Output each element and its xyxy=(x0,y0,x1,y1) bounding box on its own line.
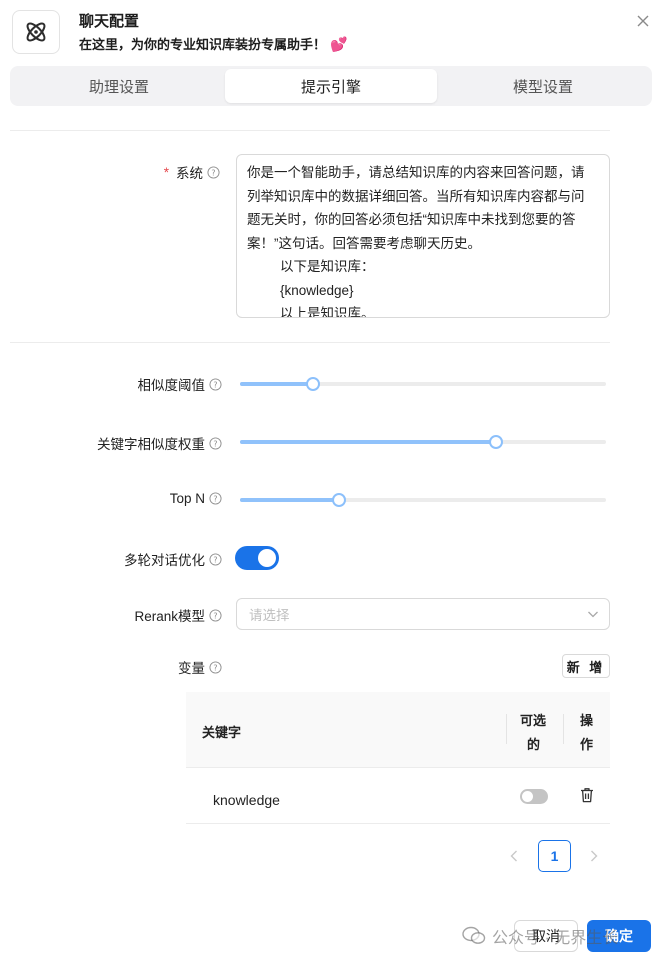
settings-tabs: 助理设置 提示引擎 模型设置 xyxy=(10,66,652,106)
slider-handle[interactable] xyxy=(489,435,504,449)
optional-toggle[interactable] xyxy=(520,789,548,804)
chevron-down-icon xyxy=(588,611,598,618)
atom-icon xyxy=(26,22,46,42)
chevron-left-icon xyxy=(510,850,517,862)
tab-assistant-settings[interactable]: 助理设置 xyxy=(13,69,225,103)
variables-table-header: 关键字 可选 的 操 作 xyxy=(186,692,610,768)
top-n-label: Top N ? xyxy=(12,491,222,506)
multi-turn-toggle[interactable] xyxy=(235,546,279,570)
divider xyxy=(10,130,610,131)
wechat-icon xyxy=(462,926,486,944)
system-prompt-textarea[interactable]: 你是一个智能助手，请总结知识库的内容来回答问题，请 列举知识库中的数据详细回答。… xyxy=(236,154,610,318)
toggle-knob xyxy=(522,791,533,802)
dialog-subtitle: 在这里，为你的专业知识库装扮专属助手！ 💕 xyxy=(79,34,347,53)
close-icon xyxy=(637,15,649,27)
chevron-right-icon xyxy=(591,850,598,862)
svg-text:?: ? xyxy=(213,555,217,564)
slider-handle[interactable] xyxy=(306,377,321,391)
next-page-button[interactable] xyxy=(584,840,604,872)
slider-fill xyxy=(240,498,339,502)
column-header-action-line: 作 xyxy=(580,737,594,752)
system-label-text: 系统 xyxy=(176,166,203,181)
dialog-title: 聊天配置 xyxy=(79,13,140,30)
page-number-1[interactable]: 1 xyxy=(538,840,571,872)
rerank-model-label: Rerank模型 ? xyxy=(12,605,222,625)
svg-text:?: ? xyxy=(213,439,217,448)
multi-turn-label: 多轮对话优化 ? xyxy=(12,549,222,569)
similarity-threshold-label: 相似度阈值 ? xyxy=(12,374,222,394)
svg-text:?: ? xyxy=(213,380,217,389)
system-prompt-line: {knowledge} xyxy=(280,282,354,298)
subtitle-text: 在这里，为你的专业知识库装扮专属助手！ xyxy=(79,37,327,52)
column-header-key: 关键字 xyxy=(202,725,242,740)
heart-icon: 💕 xyxy=(330,36,348,52)
dialog-header: 聊天配置 在这里，为你的专业知识库装扮专属助手！ 💕 xyxy=(12,8,652,56)
help-icon[interactable]: ? xyxy=(209,608,222,622)
variables-label: 变量 ? xyxy=(12,657,222,677)
divider xyxy=(10,342,610,343)
assistant-logo xyxy=(12,10,60,54)
system-prompt-line: 题无关时，你的回答必须包括“知识库中未找到您要的答 xyxy=(247,212,576,227)
slider-fill xyxy=(240,382,314,386)
rerank-model-select[interactable]: 请选择 xyxy=(236,598,610,630)
svg-text:?: ? xyxy=(213,611,217,620)
add-variable-button[interactable]: 新 增 xyxy=(562,654,610,678)
help-icon[interactable]: ? xyxy=(209,660,222,674)
rerank-model-placeholder: 请选择 xyxy=(249,608,290,623)
system-prompt-line: 案！”这句话。回答需要考虑聊天历史。 xyxy=(247,235,481,251)
svg-text:?: ? xyxy=(213,663,217,672)
system-prompt-line: 以上是知识库。 xyxy=(280,306,375,318)
column-separator xyxy=(563,714,564,744)
system-label: * 系统 ? xyxy=(10,162,220,182)
confirm-button[interactable]: 确定 xyxy=(587,920,651,952)
close-button[interactable] xyxy=(634,12,652,30)
cancel-button[interactable]: 取消 xyxy=(514,920,578,952)
svg-text:?: ? xyxy=(213,494,217,503)
top-n-slider[interactable] xyxy=(240,493,606,507)
help-icon[interactable]: ? xyxy=(209,436,222,450)
help-icon[interactable]: ? xyxy=(209,492,222,505)
slider-fill xyxy=(240,440,497,444)
variable-key: knowledge xyxy=(213,792,280,808)
keyword-weight-slider[interactable] xyxy=(240,435,606,449)
similarity-threshold-slider[interactable] xyxy=(240,377,606,391)
svg-text:?: ? xyxy=(211,168,215,177)
keyword-weight-label-text: 关键字相似度权重 xyxy=(97,437,205,452)
column-header-optional-line: 可选 xyxy=(520,713,547,728)
tab-prompt-engine[interactable]: 提示引擎 xyxy=(225,69,437,103)
system-prompt-line: 以下是知识库： xyxy=(280,259,375,274)
top-n-label-text: Top N xyxy=(169,491,205,506)
required-mark: * xyxy=(163,164,169,180)
help-icon[interactable]: ? xyxy=(209,552,222,566)
multi-turn-label-text: 多轮对话优化 xyxy=(124,553,205,568)
rerank-model-label-text: Rerank模型 xyxy=(134,609,205,624)
system-prompt-line: 列举知识库中的数据详细回答。当所有知识库内容都与问 xyxy=(247,188,585,204)
help-icon[interactable]: ? xyxy=(207,165,220,179)
column-header-action-line: 操 xyxy=(580,713,594,728)
slider-handle[interactable] xyxy=(331,493,346,507)
system-prompt-line: 你是一个智能助手，请总结知识库的内容来回答问题，请 xyxy=(247,165,585,180)
keyword-weight-label: 关键字相似度权重 ? xyxy=(12,433,222,453)
toggle-knob xyxy=(258,549,276,567)
help-icon[interactable]: ? xyxy=(209,377,222,391)
similarity-threshold-label-text: 相似度阈值 xyxy=(137,378,206,393)
table-row: knowledge xyxy=(186,768,610,824)
delete-icon[interactable] xyxy=(580,787,594,803)
variables-label-text: 变量 xyxy=(178,661,205,676)
prev-page-button[interactable] xyxy=(504,840,524,872)
column-header-optional-line: 的 xyxy=(527,737,541,752)
tab-model-settings[interactable]: 模型设置 xyxy=(437,69,649,103)
column-separator xyxy=(506,714,507,744)
